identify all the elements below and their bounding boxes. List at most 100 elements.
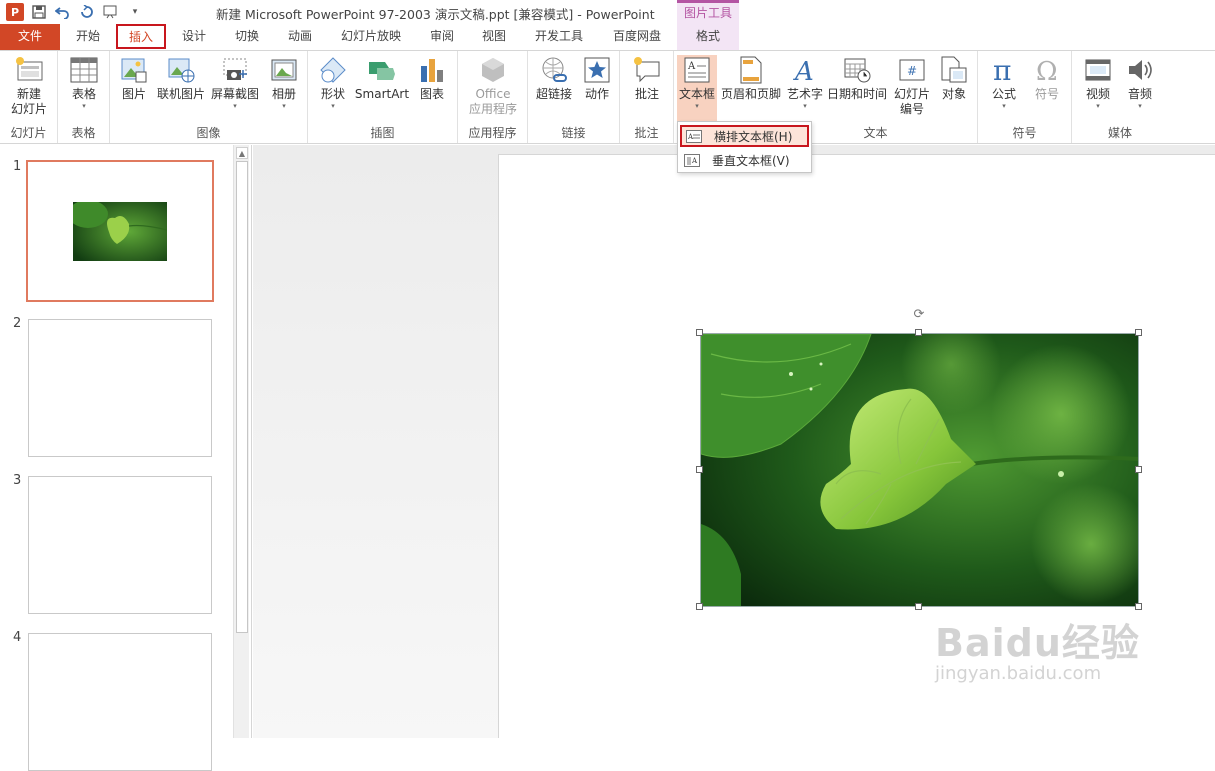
resize-handle-top-left[interactable] <box>696 329 703 336</box>
equation-dropdown-arrow-icon: ▾ <box>1002 102 1006 110</box>
tab-view[interactable]: 视图 <box>472 24 516 50</box>
tab-home[interactable]: 开始 <box>66 24 110 50</box>
scrollbar-thumb[interactable] <box>236 161 248 633</box>
header-footer-icon <box>736 55 766 85</box>
resize-handle-bottom-right[interactable] <box>1135 603 1142 610</box>
tab-format[interactable]: 格式 <box>677 24 739 50</box>
textbox-icon: A <box>682 55 712 85</box>
slide-thumbnail-3[interactable] <box>28 476 212 614</box>
save-icon[interactable] <box>30 3 48 21</box>
group-illustrations: 形状 ▾ SmartArt 图表 插图 <box>308 51 458 143</box>
office-apps-label-line1: Office <box>475 87 511 101</box>
tab-slideshow[interactable]: 幻灯片放映 <box>333 24 409 50</box>
wordart-icon: A <box>790 55 820 85</box>
chart-icon <box>417 55 447 85</box>
video-button[interactable]: 视频 ▾ <box>1080 55 1116 110</box>
comment-button[interactable]: 批注 <box>630 55 664 102</box>
group-label-slides: 幻灯片 <box>10 126 47 140</box>
hyperlink-button[interactable]: 超链接 <box>534 55 574 102</box>
quick-access-toolbar: P ▾ <box>6 3 144 21</box>
group-links: 超链接 动作 链接 <box>528 51 620 143</box>
speaker-icon <box>1125 55 1155 85</box>
rotate-handle-icon[interactable]: ⟳ <box>912 308 926 322</box>
menu-item-horizontal-textbox[interactable]: A 横排文本框(H) <box>680 125 809 147</box>
tab-review[interactable]: 审阅 <box>420 24 464 50</box>
tab-developer[interactable]: 开发工具 <box>527 24 591 50</box>
tab-file[interactable]: 文件 <box>0 24 60 50</box>
equation-button[interactable]: π 公式 ▾ <box>986 55 1022 110</box>
ribbon-tabs: 文件 开始 插入 设计 切换 动画 幻灯片放映 审阅 视图 开发工具 百度网盘 … <box>0 24 1215 50</box>
group-label-symbols: 符号 <box>1012 126 1037 140</box>
textbox-dropdown-arrow-icon: ▾ <box>695 102 699 110</box>
horizontal-textbox-label: 横排文本框(H) <box>714 129 793 144</box>
office-apps-button[interactable]: Office 应用程序 <box>462 55 524 117</box>
wordart-label: 艺术字 <box>786 87 823 101</box>
redo-icon[interactable] <box>78 3 96 21</box>
customize-qat-icon[interactable]: ▾ <box>126 3 144 21</box>
calendar-clock-icon <box>842 55 872 85</box>
tab-insert[interactable]: 插入 <box>116 24 166 49</box>
resize-handle-right[interactable] <box>1135 466 1142 473</box>
pi-icon: π <box>989 55 1019 85</box>
office-apps-icon <box>478 55 508 85</box>
datetime-button[interactable]: 日期和时间 <box>826 55 888 102</box>
screenshot-dropdown-arrow-icon: ▾ <box>233 102 237 110</box>
scroll-up-arrow-icon[interactable]: ▲ <box>236 147 248 159</box>
picture-button[interactable]: 图片 <box>118 55 150 102</box>
svg-text:A: A <box>687 133 694 141</box>
photo-album-dropdown-arrow-icon: ▾ <box>282 102 286 110</box>
office-apps-label-line2: 应用程序 <box>468 102 517 116</box>
screenshot-icon <box>220 55 250 85</box>
online-picture-button[interactable]: 联机图片 <box>156 55 206 102</box>
smartart-button[interactable]: SmartArt <box>354 55 410 102</box>
undo-icon[interactable] <box>54 3 72 21</box>
audio-label: 音频 <box>1127 87 1152 101</box>
resize-handle-bottom-left[interactable] <box>696 603 703 610</box>
new-slide-button[interactable]: 新建 幻灯片 <box>4 55 54 117</box>
tab-baidu-netdisk[interactable]: 百度网盘 <box>604 24 670 50</box>
svg-text:A: A <box>793 57 814 84</box>
shapes-button[interactable]: 形状 ▾ <box>316 55 350 110</box>
resize-handle-top[interactable] <box>915 329 922 336</box>
action-button[interactable]: 动作 <box>580 55 614 102</box>
header-footer-label: 页眉和页脚 <box>720 87 781 101</box>
audio-button[interactable]: 音频 ▾ <box>1122 55 1158 110</box>
chart-button[interactable]: 图表 <box>416 55 448 102</box>
header-footer-button[interactable]: 页眉和页脚 <box>720 55 782 102</box>
table-button[interactable]: 表格 ▾ <box>66 55 102 110</box>
group-label-images: 图像 <box>196 126 221 140</box>
resize-handle-top-right[interactable] <box>1135 329 1142 336</box>
datetime-label: 日期和时间 <box>826 87 887 101</box>
textbox-button[interactable]: A 文本框 ▾ <box>677 55 717 121</box>
slide-thumbnail-1[interactable] <box>26 160 214 302</box>
selected-leaf-picture[interactable] <box>700 333 1139 607</box>
object-button[interactable]: 对象 <box>936 55 972 102</box>
comment-label: 批注 <box>634 87 659 101</box>
tab-design[interactable]: 设计 <box>172 24 216 50</box>
menu-item-vertical-textbox[interactable]: A 垂直文本框(V) <box>680 149 809 171</box>
group-label-illustrations: 插图 <box>370 126 395 140</box>
slide-number-3: 3 <box>13 473 22 488</box>
tab-transitions[interactable]: 切换 <box>225 24 269 50</box>
slide-thumbnail-2[interactable] <box>28 319 212 457</box>
symbol-button[interactable]: Ω 符号 <box>1030 55 1064 102</box>
slide-number-button[interactable]: # 幻灯片 编号 <box>892 55 932 117</box>
slide-1-leaf-image <box>73 202 167 261</box>
group-images: 图片 联机图片 屏幕截图 ▾ 相册 ▾ 图像 <box>110 51 308 143</box>
slide-thumbnail-4[interactable] <box>28 633 212 771</box>
vertical-textbox-icon: A <box>684 153 700 167</box>
wordart-button[interactable]: A 艺术字 ▾ <box>786 55 824 110</box>
ribbon: 新建 幻灯片 幻灯片 表格 ▾ 表格 图片 联机图片 屏幕截图 ▾ 相册 ▾ 图… <box>0 50 1215 144</box>
photo-album-button[interactable]: 相册 ▾ <box>266 55 302 110</box>
thumbnails-scrollbar[interactable]: ▲ <box>233 145 249 738</box>
horizontal-textbox-icon: A <box>686 129 702 143</box>
object-label: 对象 <box>941 87 966 101</box>
picture-tools-label: 图片工具 <box>677 0 739 24</box>
screenshot-button[interactable]: 屏幕截图 ▾ <box>210 55 260 110</box>
tab-animations[interactable]: 动画 <box>278 24 322 50</box>
leaf-photo-image <box>701 334 1138 606</box>
resize-handle-left[interactable] <box>696 466 703 473</box>
resize-handle-bottom[interactable] <box>915 603 922 610</box>
start-from-beginning-icon[interactable] <box>102 3 120 21</box>
group-label-comments: 批注 <box>634 126 659 140</box>
